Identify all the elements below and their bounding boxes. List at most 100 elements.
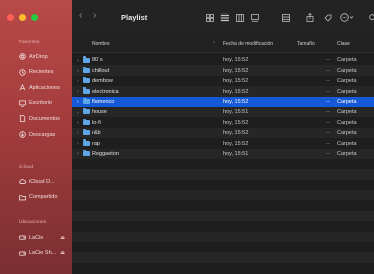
table-row[interactable]: › Reggaeton hoy, 15:51 -- Carpeta xyxy=(72,148,374,159)
disclosure-triangle-icon[interactable]: › xyxy=(77,68,79,74)
file-list: › 80´s hoy, 15:52 -- Carpeta › chillout hoy, 15… xyxy=(72,55,374,274)
tag-icon[interactable] xyxy=(323,13,332,22)
sidebar-item-label: Descargas xyxy=(29,131,56,138)
disclosure-triangle-icon[interactable]: › xyxy=(77,120,79,126)
modified-date: hoy, 15:52 xyxy=(223,57,249,64)
modified-date: hoy, 15:52 xyxy=(223,67,249,74)
file-kind: Carpeta xyxy=(337,88,357,95)
file-size: -- xyxy=(326,98,330,105)
file-name: chillout xyxy=(92,67,110,74)
minimize-button[interactable] xyxy=(19,14,26,21)
empty-row xyxy=(72,159,374,169)
table-row[interactable]: › r&b hoy, 15:52 -- Carpeta xyxy=(72,127,374,139)
disclosure-triangle-icon[interactable]: › xyxy=(77,130,79,136)
sort-chevron-icon: ⌃ xyxy=(212,41,217,47)
table-row[interactable]: › electronica hoy, 15:52 -- Carpeta xyxy=(72,86,374,97)
file-size: -- xyxy=(326,119,330,126)
table-row[interactable]: › dembow hoy, 15:52 -- Carpeta xyxy=(72,76,374,86)
icloud-section-title: iCloud xyxy=(19,165,34,170)
sidebar-item-label: Documentos xyxy=(29,115,60,122)
sidebar-item-label: Aplicaciones xyxy=(29,84,60,91)
sidebar-item-icloud-d[interactable]: iCloud D... xyxy=(19,176,71,187)
table-row[interactable]: › chillout hoy, 15:52 -- Carpeta xyxy=(72,65,374,76)
disclosure-triangle-icon[interactable]: › xyxy=(77,99,79,105)
table-row[interactable]: › rap hoy, 15:52 -- Carpeta xyxy=(72,138,374,148)
modified-date: hoy, 15:52 xyxy=(223,119,249,126)
gallery-view-icon[interactable] xyxy=(250,13,259,22)
column-view-icon[interactable] xyxy=(235,13,244,22)
group-icon[interactable] xyxy=(282,13,291,22)
sidebar-item-compartido[interactable]: Compartido xyxy=(19,192,71,203)
folder-icon xyxy=(83,108,90,115)
table-row[interactable]: › flamenco hoy, 15:52 -- Carpeta xyxy=(72,96,374,107)
locations-section-title: Ubicaciones xyxy=(19,220,47,225)
sidebar-item-label: LaCie xyxy=(29,234,44,241)
modified-date: hoy, 15:51 xyxy=(223,150,249,157)
file-size: -- xyxy=(326,78,330,85)
empty-row xyxy=(72,221,374,231)
file-kind: Carpeta xyxy=(337,140,357,147)
modified-date: hoy, 15:52 xyxy=(223,98,249,105)
file-size: -- xyxy=(326,140,330,147)
disclosure-triangle-icon[interactable]: › xyxy=(77,78,79,84)
sidebar: Favoritos AirDrop Recientes Aplicaciones Es… xyxy=(0,0,72,274)
sidebar-item-recientes[interactable]: Recientes xyxy=(19,67,71,78)
sidebar-item-documentos[interactable]: Documentos xyxy=(19,113,71,124)
zoom-button[interactable] xyxy=(31,14,38,21)
file-kind: Carpeta xyxy=(337,57,357,64)
disclosure-triangle-icon[interactable]: › xyxy=(77,58,79,64)
file-size: -- xyxy=(326,130,330,137)
size-column-header[interactable]: Tamaño xyxy=(297,41,315,47)
sidebar-item-descargas[interactable]: Descargas xyxy=(19,129,71,140)
shared-folder-icon xyxy=(19,194,26,201)
back-button[interactable]: ‹ xyxy=(79,10,82,21)
close-button[interactable] xyxy=(7,14,14,21)
cloud-icon xyxy=(19,178,26,185)
empty-row xyxy=(72,231,374,243)
toolbar: ‹ › Playlist xyxy=(72,0,374,34)
kind-column-header[interactable]: Clase xyxy=(337,41,350,47)
disclosure-triangle-icon[interactable]: › xyxy=(77,110,79,116)
file-kind: Carpeta xyxy=(337,109,357,116)
finder-window: Favoritos AirDrop Recientes Aplicaciones Es… xyxy=(0,0,374,274)
file-name: flamenco xyxy=(92,98,115,105)
window-controls xyxy=(7,14,38,21)
empty-row xyxy=(72,200,374,210)
file-name: r&b xyxy=(92,130,101,137)
sidebar-item-airdrop[interactable]: AirDrop xyxy=(19,51,71,62)
window-title: Playlist xyxy=(121,13,148,22)
sidebar-item-aplicaciones[interactable]: Aplicaciones xyxy=(19,82,71,93)
name-column-header[interactable]: Nombre xyxy=(92,41,110,47)
table-row[interactable]: › 80´s hoy, 15:52 -- Carpeta xyxy=(72,55,374,65)
file-size: -- xyxy=(326,67,330,74)
table-row[interactable]: › house hoy, 15:51 -- Carpeta xyxy=(72,106,374,118)
modified-date: hoy, 15:51 xyxy=(223,109,249,116)
modified-date: hoy, 15:52 xyxy=(223,130,249,137)
forward-button[interactable]: › xyxy=(93,10,96,21)
folder-icon xyxy=(83,118,90,125)
more-actions-icon[interactable] xyxy=(340,13,354,22)
sidebar-item-lacie[interactable]: LaCie ⏏ xyxy=(19,232,71,243)
file-name: Reggaeton xyxy=(92,150,119,157)
eject-icon[interactable]: ⏏ xyxy=(60,235,65,241)
sidebar-item-lacie-sh[interactable]: LaCie Sh... ⏏ xyxy=(19,248,71,259)
date-column-header[interactable]: Fecha de modificación xyxy=(223,41,273,47)
column-header: Nombre ⌃ Fecha de modificación Tamaño Cl… xyxy=(72,34,374,53)
eject-icon[interactable]: ⏏ xyxy=(60,250,65,256)
search-icon[interactable] xyxy=(368,13,374,22)
table-row[interactable]: › lo-fi hoy, 15:52 -- Carpeta xyxy=(72,117,374,127)
disclosure-triangle-icon[interactable]: › xyxy=(77,89,79,95)
download-icon xyxy=(19,131,26,138)
file-name: house xyxy=(92,109,107,116)
sidebar-item-escritorio[interactable]: Escritorio xyxy=(19,98,71,109)
list-view-icon[interactable] xyxy=(220,13,229,22)
airdrop-icon xyxy=(19,53,26,60)
disclosure-triangle-icon[interactable]: › xyxy=(77,141,79,147)
disclosure-triangle-icon[interactable]: › xyxy=(77,151,79,157)
empty-row xyxy=(72,190,374,201)
sidebar-item-label: Escritorio xyxy=(29,100,52,107)
favorites-section-title: Favoritos xyxy=(19,40,40,45)
apps-icon xyxy=(19,84,26,91)
share-icon[interactable] xyxy=(305,13,314,22)
icon-view-icon[interactable] xyxy=(205,13,214,22)
